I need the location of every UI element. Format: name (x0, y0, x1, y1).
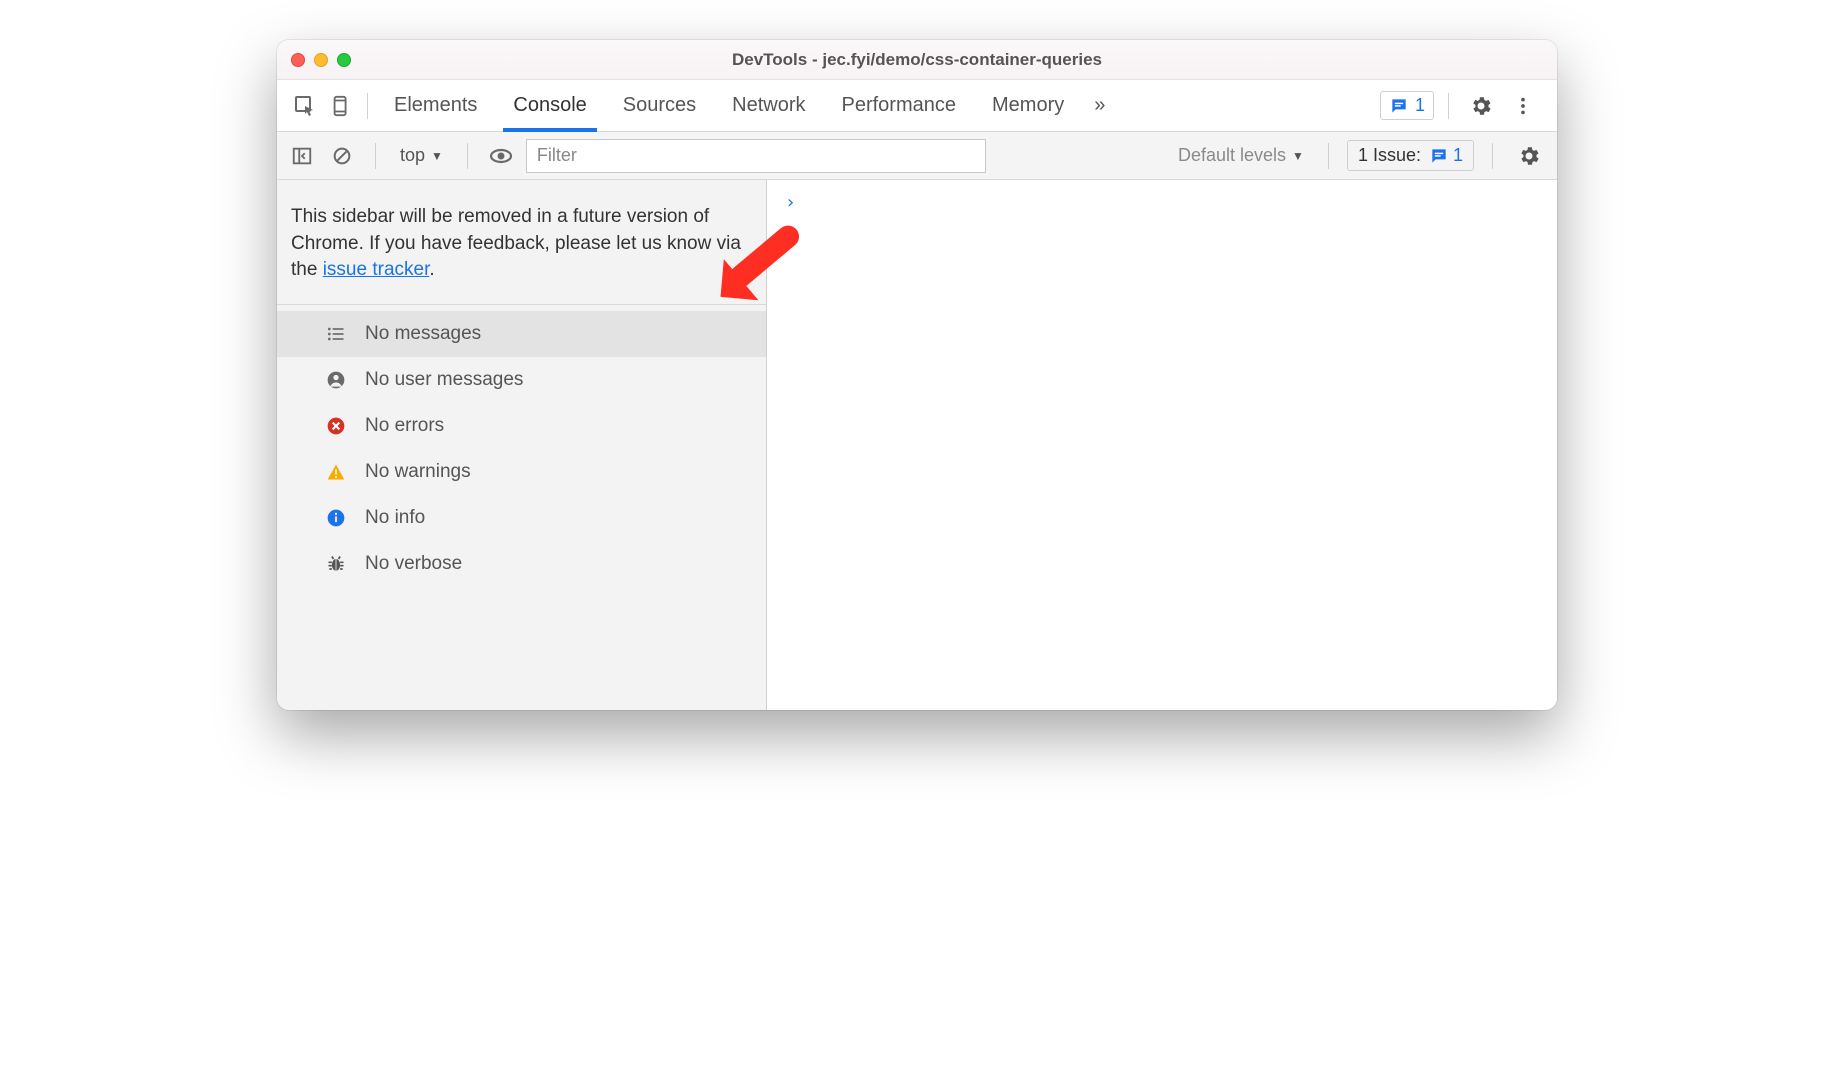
user-icon (325, 369, 347, 391)
warning-icon (325, 461, 347, 483)
inspect-element-icon[interactable] (287, 88, 323, 124)
filter-label: No user messages (365, 369, 523, 391)
console-sidebar: This sidebar will be removed in a future… (277, 180, 767, 710)
filter-label: No messages (365, 323, 481, 345)
tab-elements[interactable]: Elements (376, 80, 495, 132)
more-icon[interactable] (1505, 88, 1541, 124)
filter-label: No info (365, 507, 425, 529)
separator (467, 143, 468, 169)
filter-user-messages[interactable]: No user messages (277, 357, 766, 403)
console-output[interactable]: › (767, 180, 1557, 710)
levels-label: Default levels (1178, 145, 1286, 166)
issue-count: 1 (1453, 145, 1463, 166)
window-title: DevTools - jec.fyi/demo/css-container-qu… (277, 50, 1557, 70)
tab-memory[interactable]: Memory (974, 80, 1082, 132)
main-tab-bar: Elements Console Sources Network Perform… (277, 80, 1557, 132)
filter-messages[interactable]: No messages (277, 311, 766, 357)
tab-sources[interactable]: Sources (605, 80, 714, 132)
context-selector[interactable]: top ▼ (394, 141, 449, 170)
separator (1492, 143, 1493, 169)
list-icon (325, 323, 347, 345)
overflow-glyph: » (1094, 94, 1105, 117)
deprecation-notice: This sidebar will be removed in a future… (277, 180, 766, 305)
console-settings-icon[interactable] (1511, 138, 1547, 174)
tab-performance[interactable]: Performance (824, 80, 975, 132)
separator (375, 143, 376, 169)
toggle-sidebar-icon[interactable] (287, 138, 317, 174)
settings-icon[interactable] (1463, 88, 1499, 124)
separator (1328, 143, 1329, 169)
info-icon (325, 507, 347, 529)
titlebar: DevTools - jec.fyi/demo/css-container-qu… (277, 40, 1557, 80)
deprecation-text-suffix: . (429, 259, 434, 280)
filter-info[interactable]: No info (277, 495, 766, 541)
issues-badge[interactable]: 1 (1380, 91, 1434, 120)
devtools-window: DevTools - jec.fyi/demo/css-container-qu… (277, 40, 1557, 710)
clear-console-icon[interactable] (327, 138, 357, 174)
device-toolbar-icon[interactable] (323, 88, 359, 124)
filter-warnings[interactable]: No warnings (277, 449, 766, 495)
tab-label: Console (513, 94, 586, 117)
tab-console[interactable]: Console (495, 80, 604, 132)
live-expression-icon[interactable] (486, 138, 516, 174)
dropdown-icon: ▼ (431, 149, 443, 163)
chat-icon (1429, 146, 1449, 166)
tab-overflow[interactable]: » (1082, 80, 1117, 132)
tab-label: Performance (842, 94, 957, 117)
tab-label: Memory (992, 94, 1064, 117)
console-toolbar: top ▼ Filter Default levels ▼ 1 Issue: 1 (277, 132, 1557, 180)
content-body: This sidebar will be removed in a future… (277, 180, 1557, 710)
context-label: top (400, 145, 425, 166)
filter-label: No warnings (365, 461, 471, 483)
toolbar-trail: 1 (1380, 88, 1547, 124)
separator (367, 93, 368, 119)
tab-label: Elements (394, 94, 477, 117)
tab-network[interactable]: Network (714, 80, 823, 132)
chat-icon (1389, 96, 1409, 116)
filter-errors[interactable]: No errors (277, 403, 766, 449)
filter-label: No errors (365, 415, 444, 437)
dropdown-icon: ▼ (1292, 149, 1304, 163)
filter-label: No verbose (365, 553, 462, 575)
panel-tabs: Elements Console Sources Network Perform… (376, 80, 1380, 132)
separator (1448, 93, 1449, 119)
filter-input[interactable]: Filter (526, 139, 986, 173)
issue-label: 1 Issue: (1358, 145, 1421, 166)
issues-counter[interactable]: 1 Issue: 1 (1347, 140, 1474, 171)
filter-placeholder: Filter (537, 145, 577, 166)
filter-verbose[interactable]: No verbose (277, 541, 766, 587)
error-icon (325, 415, 347, 437)
tab-label: Sources (623, 94, 696, 117)
issue-tracker-link[interactable]: issue tracker (323, 259, 430, 280)
badge-count: 1 (1415, 95, 1425, 116)
tab-label: Network (732, 94, 805, 117)
bug-icon (325, 553, 347, 575)
console-prompt: › (785, 192, 796, 213)
log-levels-selector[interactable]: Default levels ▼ (1172, 145, 1310, 166)
sidebar-filter-list: No messages No user messages No errors N… (277, 305, 766, 587)
